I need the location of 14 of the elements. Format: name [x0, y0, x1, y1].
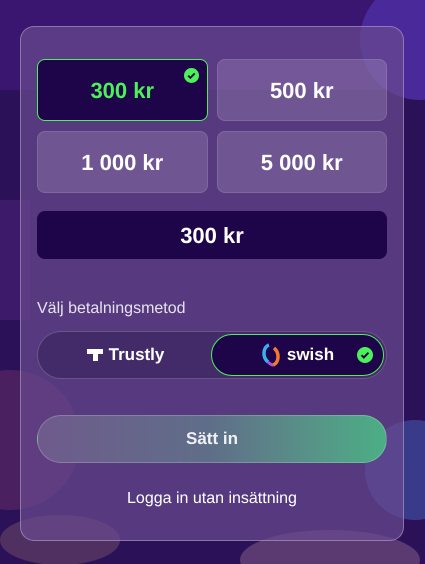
deposit-button[interactable]: Sätt in	[37, 415, 387, 463]
login-without-deposit-link[interactable]: Logga in utan insättning	[127, 487, 297, 511]
payment-method-label: Välj betalningsmetod	[37, 299, 187, 319]
amount-option[interactable]: 300 kr	[37, 59, 208, 121]
amount-option[interactable]: 1 000 kr	[37, 131, 208, 193]
trustly-logo-icon	[86, 349, 103, 361]
swish-logo-icon	[260, 343, 281, 367]
checkmark-icon	[184, 68, 198, 83]
checkmark-icon	[357, 347, 373, 363]
amount-option[interactable]: 5 000 kr	[216, 131, 387, 193]
payment-method-option[interactable]: Trustly	[40, 334, 211, 376]
payment-method-option[interactable]: swish	[211, 334, 384, 376]
amount-field[interactable]: 300 kr	[37, 211, 387, 259]
amount-option[interactable]: 500 kr	[216, 59, 387, 121]
